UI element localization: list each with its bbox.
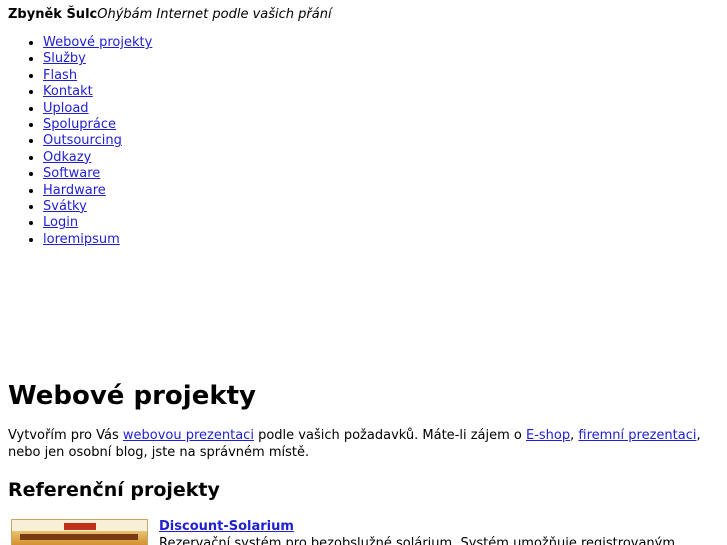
nav-item-webove-projekty: Webové projekty (43, 35, 152, 51)
nav-link-webove-projekty[interactable]: Webové projekty (43, 35, 152, 50)
nav-link-flash[interactable]: Flash (43, 68, 77, 83)
nav-item-spoluprace: Spolupráce (43, 117, 152, 133)
nav-item-kontakt: Kontakt (43, 84, 152, 100)
nav-link-sluzby[interactable]: Služby (43, 51, 86, 66)
company-presentation-link[interactable]: firemní prezentaci (578, 428, 696, 443)
nav-item-login: Login (43, 215, 152, 231)
nav-item-hardware: Hardware (43, 183, 152, 199)
section-title: Referenční projekty (8, 479, 220, 501)
page: Zbyněk ŠulcOhýbám Internet podle vašich … (0, 0, 727, 545)
nav-item-loremipsum: loremipsum (43, 232, 152, 248)
project-item: Discount-Solarium Rezervační systém pro … (11, 517, 716, 545)
nav-item-outsourcing: Outsourcing (43, 133, 152, 149)
nav-item-sluzby: Služby (43, 51, 152, 67)
site-name: Zbyněk Šulc (8, 7, 98, 22)
project-thumbnail[interactable] (11, 519, 148, 545)
nav-item-odkazy: Odkazy (43, 150, 152, 166)
page-title: Webové projekty (8, 381, 257, 411)
nav-item-software: Software (43, 166, 152, 182)
nav-link-hardware[interactable]: Hardware (43, 183, 106, 198)
nav-link-odkazy[interactable]: Odkazy (43, 150, 91, 165)
intro-paragraph: Vytvořím pro Vás webovou prezentaci podl… (8, 428, 716, 461)
project-link[interactable]: Discount-Solarium (159, 518, 294, 535)
site-tagline: Ohýbám Internet podle vašich přání (97, 7, 332, 22)
nav-link-kontakt[interactable]: Kontakt (43, 84, 93, 99)
intro-text: Vytvořím pro Vás (8, 428, 123, 443)
nav-link-loremipsum[interactable]: loremipsum (43, 232, 120, 247)
project-description: Rezervační systém pro bezobslužné solári… (159, 536, 676, 545)
nav-link-outsourcing[interactable]: Outsourcing (43, 133, 122, 148)
nav-link-login[interactable]: Login (43, 215, 78, 230)
nav-link-spoluprace[interactable]: Spolupráce (43, 117, 116, 132)
nav-item-svatky: Svátky (43, 199, 152, 215)
nav-link-svatky[interactable]: Svátky (43, 199, 87, 214)
web-presentation-link[interactable]: webovou prezentaci (123, 428, 254, 443)
intro-text: podle vašich požadavků. Máte-li zájem o (253, 428, 526, 443)
nav-item-upload: Upload (43, 101, 152, 117)
thumbnail-logo (64, 523, 96, 530)
main-navigation: Webové projekty Služby Flash Kontakt Upl… (0, 35, 152, 248)
nav-item-flash: Flash (43, 68, 152, 84)
eshop-link[interactable]: E-shop (526, 428, 570, 443)
nav-link-software[interactable]: Software (43, 166, 100, 181)
site-header: Zbyněk ŠulcOhýbám Internet podle vašich … (8, 6, 332, 24)
thumbnail-menu-bar (20, 534, 138, 540)
nav-link-upload[interactable]: Upload (43, 101, 89, 116)
